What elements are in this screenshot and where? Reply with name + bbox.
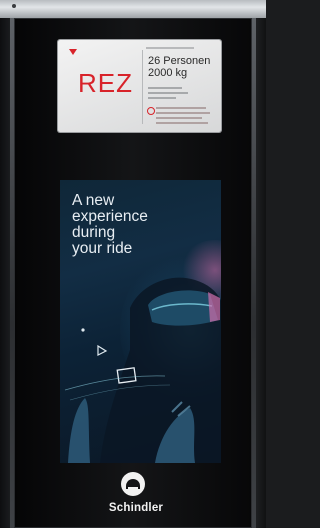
plate-fine-print [148,97,176,99]
capacity-load: 2000 kg [148,67,188,79]
plate-fine-print [146,47,194,49]
panel-edge-right [252,18,256,528]
capacity-plate: REZ 26 Personen 2000 kg [58,40,221,132]
ad-display: A new experience during your ride [60,180,221,463]
plate-fine-print [148,87,182,89]
plate-fine-print [156,107,206,109]
elevator-cabin-wall: REZ 26 Personen 2000 kg A new experience… [0,0,266,528]
brand-name: Schindler [108,502,164,514]
plate-fine-print [148,92,188,94]
plate-fine-print [156,122,208,124]
top-metal-strip [0,0,266,18]
plate-fine-print [156,117,202,119]
plate-fine-print [156,112,210,114]
warning-icon [147,107,155,115]
schindler-logo-icon [121,472,145,496]
floor-indicator: REZ [78,68,133,98]
plate-divider [142,50,143,124]
screw-icon [12,4,16,8]
vr-illustration [64,277,221,463]
capacity-persons: 26 Personen [148,55,211,67]
brand-logo: Schindler [106,470,163,526]
direction-arrow-icon [69,49,77,55]
